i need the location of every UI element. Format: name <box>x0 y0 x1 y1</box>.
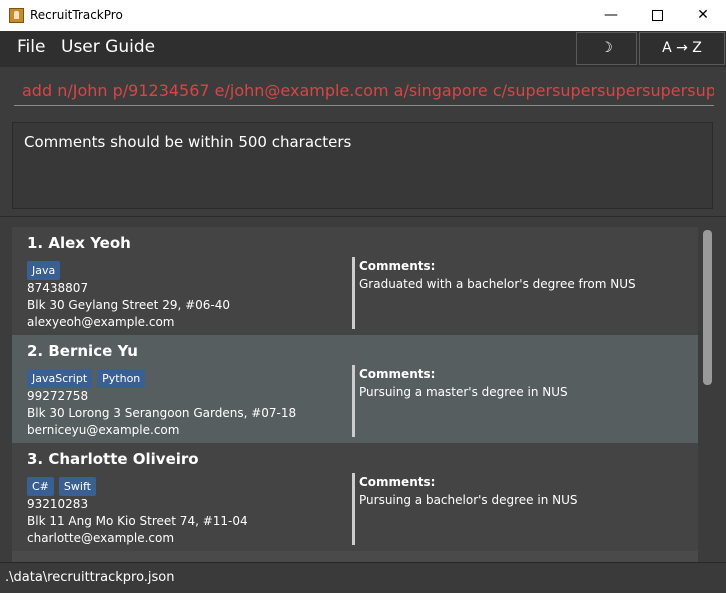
theme-toggle-button[interactable]: ☽ <box>576 32 637 65</box>
tag: Swift <box>58 477 96 496</box>
comments-label: Comments: <box>359 475 436 489</box>
tag: Python <box>97 369 146 388</box>
person-name: 2. Bernice Yu <box>27 342 138 360</box>
person-name: 1. Alex Yeoh <box>27 234 131 252</box>
person-list: 1. Alex Yeoh Java 87438807 Blk 30 Geylan… <box>12 227 698 562</box>
person-email: charlotte@example.com <box>27 531 175 545</box>
tag: C# <box>27 477 54 496</box>
status-bar: .\data\recruittrackpro.json <box>0 562 726 593</box>
result-display: Comments should be within 500 characters <box>12 122 713 209</box>
command-box: add n/John p/91234567 e/john@example.com… <box>0 67 726 115</box>
sort-button[interactable]: A → Z <box>639 32 725 65</box>
person-card[interactable]: 2. Bernice Yu JavaScript Python 99272758 … <box>12 335 698 443</box>
window-title: RecruitTrackPro <box>30 8 123 22</box>
comments-divider <box>352 257 355 329</box>
comments-divider <box>352 473 355 545</box>
person-list-panel: 1. Alex Yeoh Java 87438807 Blk 30 Geylan… <box>0 216 726 563</box>
person-email: berniceyu@example.com <box>27 423 180 437</box>
comments-label: Comments: <box>359 259 436 273</box>
person-email: alexyeoh@example.com <box>27 315 175 329</box>
comments-text: Pursuing a bachelor's degree in NUS <box>359 493 578 507</box>
person-card[interactable]: 3. Charlotte Oliveiro C# Swift 93210283 B… <box>12 443 698 551</box>
menu-bar: File User Guide ☽ A → Z <box>0 31 726 67</box>
comments-text: Pursuing a master's degree in NUS <box>359 385 568 399</box>
maximize-button[interactable] <box>634 0 680 31</box>
person-phone: 93210283 <box>27 497 89 511</box>
minimize-button[interactable]: — <box>588 0 634 31</box>
comments-divider <box>352 365 355 437</box>
person-name: 3. Charlotte Oliveiro <box>27 450 199 468</box>
close-button[interactable]: ✕ <box>680 0 726 31</box>
app-icon <box>9 8 24 23</box>
person-phone: 99272758 <box>27 389 89 403</box>
comments-label: Comments: <box>359 367 436 381</box>
menu-user-guide[interactable]: User Guide <box>61 37 155 57</box>
comments-text: Graduated with a bachelor's degree from … <box>359 277 636 291</box>
result-message: Comments should be within 500 characters <box>24 133 352 151</box>
maximize-icon <box>651 9 663 21</box>
person-address: Blk 30 Lorong 3 Serangoon Gardens, #07-1… <box>27 406 297 420</box>
tag-list: Java <box>27 259 65 280</box>
list-scrollbar[interactable] <box>703 230 712 385</box>
tag: Java <box>27 261 61 280</box>
save-location: .\data\recruittrackpro.json <box>5 570 175 585</box>
person-phone: 87438807 <box>27 281 89 295</box>
person-address: Blk 30 Geylang Street 29, #06-40 <box>27 298 231 312</box>
tag-list: JavaScript Python <box>27 367 150 388</box>
person-address: Blk 11 Ang Mo Kio Street 74, #11-04 <box>27 514 248 528</box>
tag-list: C# Swift <box>27 475 101 496</box>
menu-file[interactable]: File <box>17 37 45 57</box>
tag: JavaScript <box>27 369 93 388</box>
person-card[interactable]: 1. Alex Yeoh Java 87438807 Blk 30 Geylan… <box>12 227 698 335</box>
title-bar: RecruitTrackPro — ✕ <box>0 0 726 32</box>
command-input[interactable]: add n/John p/91234567 e/john@example.com… <box>14 75 714 106</box>
